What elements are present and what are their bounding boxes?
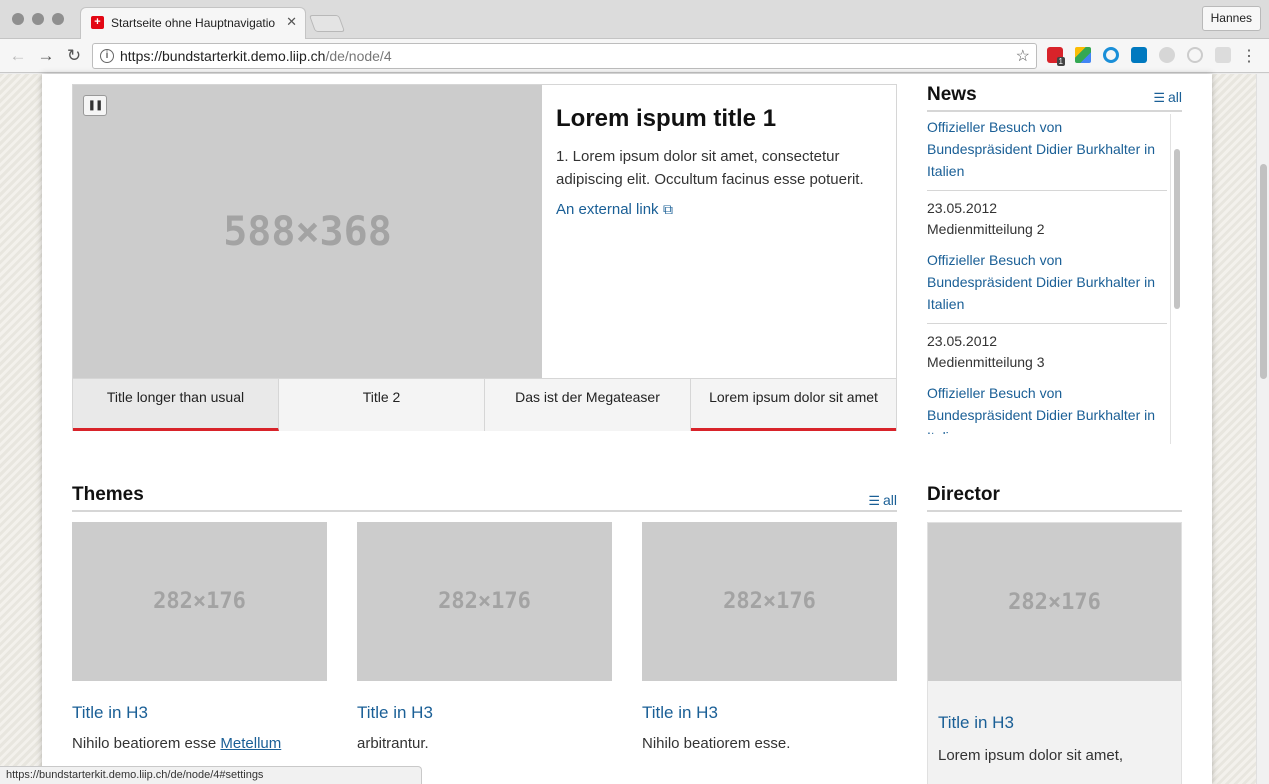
carousel-tab-2[interactable]: Title 2 xyxy=(279,379,485,431)
themes-header: Themes ☰ all xyxy=(72,484,897,512)
trello-icon[interactable] xyxy=(1131,47,1147,63)
carousel-caption: Lorem ispum title 1 1. Lorem ipsum dolor… xyxy=(556,105,891,219)
tab-title: Startseite ohne Hauptnavigatio xyxy=(111,16,276,30)
forward-icon[interactable]: → xyxy=(34,44,58,68)
carousel-title: Lorem ispum title 1 xyxy=(556,105,777,132)
news-scrollbar[interactable] xyxy=(1170,114,1182,444)
web-page: 588×368 ❚❚ Lorem ispum title 1 1. Lorem … xyxy=(42,74,1212,784)
themes-title: Themes xyxy=(72,484,144,505)
card-image[interactable]: 282×176 xyxy=(357,522,612,681)
swiss-flag-icon: + xyxy=(91,16,104,29)
carousel-image[interactable]: 588×368 xyxy=(73,85,542,378)
drive-icon[interactable] xyxy=(1075,47,1091,63)
director-card-text: Lorem ipsum dolor sit amet, xyxy=(938,747,1124,764)
browser-tab-bar: + Startseite ohne Hauptnavigatio ✕ Hanne… xyxy=(0,0,1269,40)
list-icon: ☰ xyxy=(868,493,880,508)
new-tab-button[interactable] xyxy=(308,15,346,32)
news-header: News ☰ all xyxy=(927,84,1182,112)
news-item-link[interactable]: Offizieller Besuch von Bundespräsident D… xyxy=(927,116,1167,182)
card-text: Nihilo beatiorem esse. xyxy=(642,735,791,752)
news-section: News ☰ all Offizieller Besuch von Bundesp… xyxy=(927,84,1182,444)
theme-card: 282×176 Title in H3 arbitrantur. xyxy=(357,522,612,752)
director-image[interactable]: 282×176 xyxy=(928,523,1181,681)
news-item-date: 23.05.2012 xyxy=(927,333,998,349)
themes-all-link[interactable]: ☰ all xyxy=(868,492,897,509)
back-icon[interactable]: ← xyxy=(6,44,30,68)
external-link-icon: ⧉ xyxy=(663,201,674,217)
news-item-subtitle: Medienmitteilung 3 xyxy=(927,354,1045,370)
director-section: Director 282×176 Title in H3 Lorem ipsum… xyxy=(927,484,1182,784)
carousel-description: 1. Lorem ipsum dolor sit amet, consectet… xyxy=(556,148,864,188)
director-header: Director xyxy=(927,484,1182,512)
zoom-window-button[interactable] xyxy=(52,13,64,25)
extension-shield-icon[interactable] xyxy=(1215,47,1231,63)
external-link[interactable]: An external link ⧉ xyxy=(556,201,891,219)
url-text[interactable]: https://bundstarterkit.demo.liip.ch/de/n… xyxy=(120,48,392,64)
card-text: arbitrantur. xyxy=(357,735,429,752)
browser-tab[interactable]: + Startseite ohne Hauptnavigatio ✕ xyxy=(80,7,306,40)
news-item-link[interactable]: Offizieller Besuch von Bundespräsident D… xyxy=(927,382,1167,434)
external-link-text[interactable]: An external link xyxy=(556,201,659,218)
info-icon[interactable]: i xyxy=(100,49,114,63)
address-bar[interactable]: i https://bundstarterkit.demo.liip.ch/de… xyxy=(92,43,1037,69)
profile-button[interactable]: Hannes xyxy=(1201,6,1261,31)
news-item: 23.05.2012 Medienmitteilung 2 Offizielle… xyxy=(927,191,1167,324)
carousel-tab-3[interactable]: Das ist der Megateaser xyxy=(485,379,691,431)
director-card: 282×176 Title in H3 Lorem ipsum dolor si… xyxy=(927,522,1182,784)
page-scroll-thumb[interactable] xyxy=(1260,164,1267,379)
extension-circle-icon[interactable] xyxy=(1103,47,1119,63)
close-window-button[interactable] xyxy=(12,13,24,25)
news-list[interactable]: Offizieller Besuch von Bundespräsident D… xyxy=(927,114,1182,434)
reload-icon[interactable]: ↻ xyxy=(62,44,86,68)
card-inline-link[interactable]: Metellum xyxy=(220,735,281,752)
close-tab-icon[interactable]: ✕ xyxy=(286,14,297,30)
news-item-link[interactable]: Offizieller Besuch von Bundespräsident D… xyxy=(927,249,1167,315)
themes-section: Themes ☰ all 282×176 Title in H3 Nihilo b… xyxy=(72,484,897,752)
page-scrollbar[interactable] xyxy=(1256,74,1269,784)
minimize-window-button[interactable] xyxy=(32,13,44,25)
news-all-link[interactable]: ☰ all xyxy=(1153,89,1182,106)
browser-menu-icon[interactable]: ⋮ xyxy=(1241,46,1257,66)
carousel-tab-1[interactable]: Title longer than usual xyxy=(73,379,279,431)
carousel-tabs: Title longer than usual Title 2 Das ist … xyxy=(73,378,896,431)
card-image[interactable]: 282×176 xyxy=(642,522,897,681)
card-title[interactable]: Title in H3 xyxy=(357,703,612,723)
news-title: News xyxy=(927,84,977,105)
bookmark-star-icon[interactable]: ☆ xyxy=(1016,46,1030,66)
news-scroll-thumb[interactable] xyxy=(1174,149,1180,309)
status-bar-url: https://bundstarterkit.demo.liip.ch/de/n… xyxy=(0,766,422,784)
browser-toolbar: ← → ↻ i https://bundstarterkit.demo.liip… xyxy=(0,39,1269,73)
news-item: Offizieller Besuch von Bundespräsident D… xyxy=(927,114,1167,191)
director-card-title[interactable]: Title in H3 xyxy=(938,713,1181,733)
extension-gray-icon[interactable] xyxy=(1159,47,1175,63)
list-icon: ☰ xyxy=(1153,90,1165,105)
card-title[interactable]: Title in H3 xyxy=(72,703,327,723)
news-item-date: 23.05.2012 xyxy=(927,200,998,216)
theme-card: 282×176 Title in H3 Nihilo beatiorem ess… xyxy=(642,522,897,752)
card-image[interactable]: 282×176 xyxy=(72,522,327,681)
pause-icon[interactable]: ❚❚ xyxy=(83,95,107,116)
carousel: 588×368 ❚❚ Lorem ispum title 1 1. Lorem … xyxy=(72,84,897,431)
card-text: Nihilo beatiorem esse Metellum xyxy=(72,735,282,752)
extension-badge-icon[interactable]: 1 xyxy=(1047,47,1065,66)
director-title: Director xyxy=(927,484,1000,505)
news-item: 23.05.2012 Medienmitteilung 3 Offizielle… xyxy=(927,324,1167,434)
news-item-subtitle: Medienmitteilung 2 xyxy=(927,221,1045,237)
theme-card: 282×176 Title in H3 Nihilo beatiorem ess… xyxy=(72,522,327,752)
carousel-tab-4[interactable]: Lorem ipsum dolor sit amet xyxy=(691,379,896,431)
card-title[interactable]: Title in H3 xyxy=(642,703,897,723)
extension-ring-icon[interactable] xyxy=(1187,47,1203,63)
